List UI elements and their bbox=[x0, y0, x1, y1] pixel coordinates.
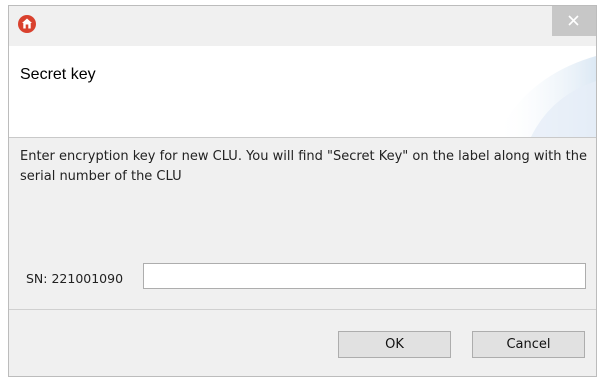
instruction-text: Enter encryption key for new CLU. You wi… bbox=[20, 149, 587, 184]
footer-separator bbox=[9, 309, 596, 310]
secret-key-input[interactable] bbox=[143, 263, 586, 289]
title-bar bbox=[9, 6, 596, 46]
dialog-title: Secret key bbox=[20, 66, 96, 83]
close-button[interactable] bbox=[552, 6, 596, 36]
close-icon bbox=[568, 15, 579, 26]
serial-number-label: SN: 221001090 bbox=[26, 271, 124, 286]
banner-separator bbox=[9, 137, 596, 138]
cancel-button[interactable]: Cancel bbox=[472, 331, 585, 358]
banner-decoration bbox=[496, 56, 596, 137]
home-app-icon bbox=[17, 14, 37, 34]
secret-key-dialog: Secret key Enter encryption key for new … bbox=[8, 5, 597, 377]
ok-button[interactable]: OK bbox=[338, 331, 451, 358]
header-banner: Secret key bbox=[9, 46, 596, 137]
